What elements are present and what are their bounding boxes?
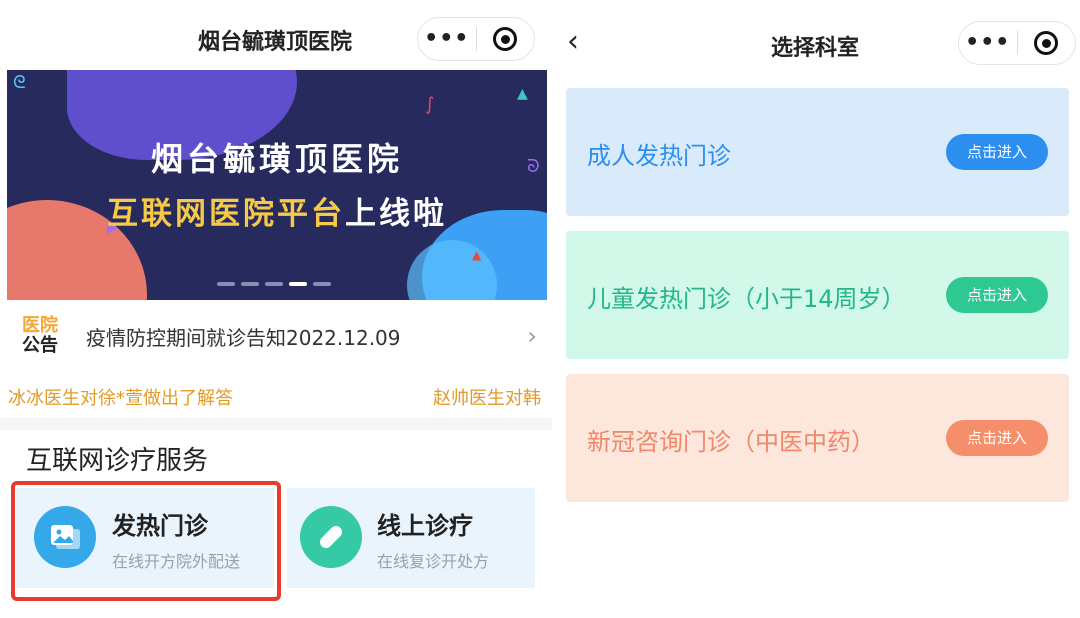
marquee-item: 冰冰医生对徐*萱做出了解答	[8, 388, 233, 409]
section-title: 互联网诊疗服务	[26, 446, 209, 476]
target-close-icon[interactable]	[476, 27, 534, 51]
carousel-dots	[217, 282, 331, 286]
chevron-left-icon[interactable]: ‹	[567, 24, 579, 59]
squiggle-icon: ∫	[425, 94, 435, 115]
dept-card-child-fever[interactable]: 儿童发热门诊（小于14周岁） 点击进入	[566, 231, 1069, 359]
squiggle-icon: ᘓ	[13, 72, 26, 93]
dept-card-covid-tcm[interactable]: 新冠咨询门诊（中医中药） 点击进入	[566, 374, 1069, 502]
service-online-consult[interactable]: 线上诊疗 在线复诊开处方	[287, 488, 535, 588]
dept-card-adult-fever[interactable]: 成人发热门诊 点击进入	[566, 88, 1069, 216]
banner-rest: 上线啦	[345, 196, 447, 232]
dept-name: 儿童发热门诊（小于14周岁）	[587, 285, 906, 313]
banner-subheadline: 互联网医院平台上线啦	[7, 188, 547, 233]
more-dots-icon[interactable]: •••	[959, 32, 1017, 54]
answer-marquee: 冰冰医生对徐*萱做出了解答 赵帅医生对韩	[0, 372, 552, 418]
triangle-icon: ▲	[517, 86, 528, 102]
carousel-dot[interactable]	[217, 282, 235, 286]
enter-button[interactable]: 点击进入	[946, 277, 1048, 313]
notice-tag-bottom: 公告	[22, 335, 58, 356]
notice-tag: 医院 公告	[22, 316, 64, 356]
carousel-dot-active[interactable]	[289, 282, 307, 286]
page-title: 烟台毓璜顶医院	[197, 30, 352, 55]
target-close-icon[interactable]	[1017, 31, 1075, 55]
banner-headline: 烟台毓璜顶医院	[150, 140, 403, 178]
carousel-dot[interactable]	[265, 282, 283, 286]
more-dots-icon[interactable]: •••	[418, 28, 476, 50]
page-title: 选择科室	[770, 36, 859, 61]
highlight-annotation	[11, 481, 281, 601]
dept-name: 新冠咨询门诊（中医中药）	[587, 428, 875, 456]
service-title: 线上诊疗	[377, 512, 473, 540]
triangle-icon: ▲	[472, 248, 482, 262]
hospital-notice[interactable]: 医院 公告 疫情防控期间就诊告知2022.12.09 ›	[0, 300, 552, 372]
notice-tag-top: 医院	[22, 315, 58, 336]
carousel-dot[interactable]	[313, 282, 331, 286]
carousel-dot[interactable]	[241, 282, 259, 286]
marquee-item: 赵帅医生对韩	[433, 388, 541, 409]
pill-icon	[300, 506, 362, 568]
dept-name: 成人发热门诊	[587, 142, 731, 170]
banner-highlight: 互联网医院平台	[107, 196, 345, 232]
notice-text[interactable]: 疫情防控期间就诊告知2022.12.09	[86, 322, 512, 351]
chevron-right-icon[interactable]: ›	[512, 322, 552, 350]
service-subtitle: 在线复诊开处方	[377, 552, 490, 571]
enter-button[interactable]: 点击进入	[946, 134, 1048, 170]
miniprogram-capsule: •••	[417, 17, 535, 61]
promo-banner[interactable]: ᘓ ∫ ▲ ᘐ ▶ ▲ 烟台毓璜顶医院 互联网医院平台上线啦	[7, 70, 547, 300]
miniprogram-capsule: •••	[958, 21, 1076, 65]
section-divider	[0, 418, 552, 430]
enter-button[interactable]: 点击进入	[946, 420, 1048, 456]
